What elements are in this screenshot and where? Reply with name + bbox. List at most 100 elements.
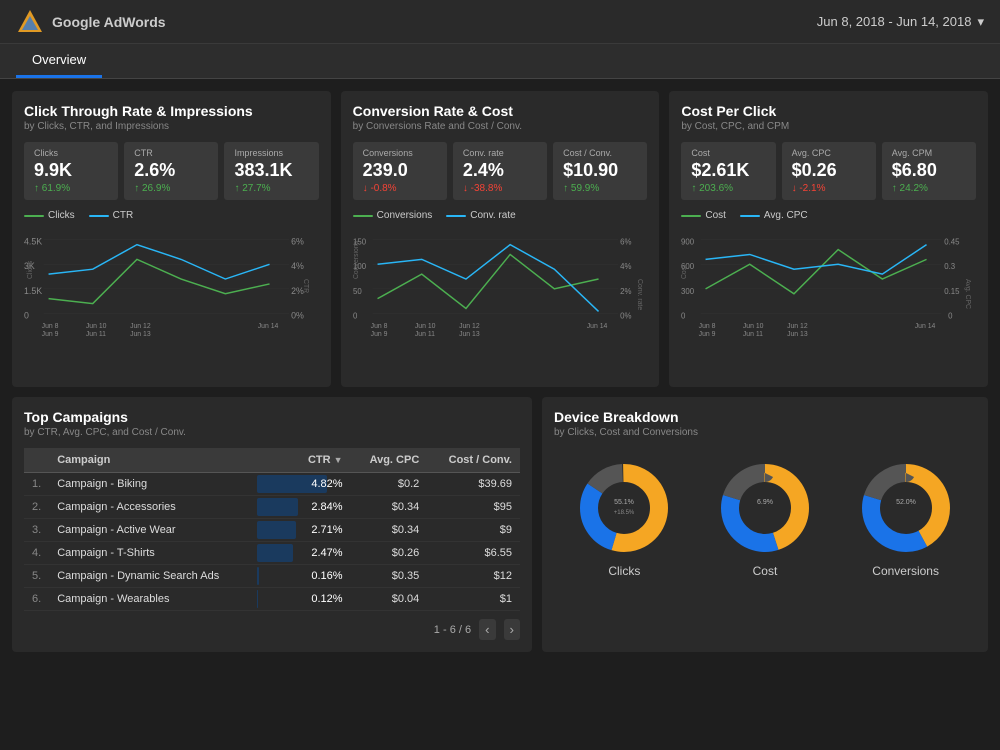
ctr-impressions-subtitle: by Clicks, CTR, and Impressions: [24, 121, 319, 132]
cost-per-click-title: Cost Per Click: [681, 103, 976, 119]
legend-ctr: CTR: [89, 210, 134, 221]
avg-cpm-label: Avg. CPM: [892, 148, 966, 158]
ctr-value: 2.6%: [134, 160, 208, 181]
campaigns-title: Top Campaigns: [24, 409, 520, 425]
legend-avg-cpc-label: Avg. CPC: [764, 210, 808, 221]
device-title: Device Breakdown: [554, 409, 976, 425]
pagination: 1 - 6 / 6 ‹ ›: [24, 619, 520, 640]
table-row: 3.Campaign - Active Wear2.71%$0.34$9: [24, 519, 520, 542]
svg-text:Jun 12: Jun 12: [459, 323, 480, 330]
svg-text:4%: 4%: [620, 262, 631, 271]
svg-text:Jun 13: Jun 13: [130, 331, 151, 338]
svg-text:Conversions: Conversions: [353, 240, 360, 279]
legend-clicks-label: Clicks: [48, 210, 75, 221]
conv-chart: 150 100 50 0 6% 4% 2% 0% Jun 8: [353, 225, 648, 375]
legend-ctr-label: CTR: [113, 210, 134, 221]
google-adwords-logo-icon: [16, 8, 44, 36]
legend-clicks: Clicks: [24, 210, 75, 221]
svg-text:0.3: 0.3: [945, 262, 957, 271]
row-ctr: 2.47%: [257, 542, 350, 565]
avg-cpc-value: $0.26: [792, 160, 866, 181]
svg-text:0.45: 0.45: [945, 238, 961, 247]
svg-text:Jun 8: Jun 8: [370, 323, 387, 330]
cost-change: ↑ 203.6%: [691, 183, 765, 194]
legend-cost: Cost: [681, 210, 726, 221]
row-campaign-name: Campaign - Dynamic Search Ads: [49, 565, 257, 588]
svg-text:+18.5%: +18.5%: [614, 510, 635, 516]
date-range-selector[interactable]: Jun 8, 2018 - Jun 14, 2018 ▾: [817, 14, 984, 30]
conversions-kpi: Conversions 239.0 ↓ -0.8%: [353, 142, 447, 200]
legend-conv-rate-label: Conv. rate: [470, 210, 515, 221]
conversions-label: Conversions: [363, 148, 437, 158]
svg-text:Clicks: Clicks: [27, 260, 34, 279]
cost-label: Cost: [691, 148, 765, 158]
avg-cpm-value: $6.80: [892, 160, 966, 181]
main-content: Click Through Rate & Impressions by Clic…: [0, 79, 1000, 664]
legend-conversions-label: Conversions: [377, 210, 433, 221]
ctr-legend: Clicks CTR: [24, 210, 319, 221]
pagination-prev-button[interactable]: ‹: [479, 619, 495, 640]
cpc-chart-svg: 900 600 300 0 0.45 0.3 0.15 0 Ju: [681, 225, 976, 353]
svg-text:Jun 11: Jun 11: [415, 331, 435, 338]
row-ctr: 0.16%: [257, 565, 350, 588]
conv-kpi-row: Conversions 239.0 ↓ -0.8% Conv. rate 2.4…: [353, 142, 648, 200]
svg-text:0: 0: [353, 311, 358, 320]
svg-text:Jun 8: Jun 8: [42, 323, 59, 330]
col-ctr[interactable]: CTR ▼: [257, 448, 350, 473]
svg-text:0%: 0%: [291, 310, 304, 320]
svg-text:Jun 9: Jun 9: [42, 331, 59, 338]
svg-text:1.5K: 1.5K: [24, 286, 42, 296]
clicks-kpi: Clicks 9.9K ↑ 61.9%: [24, 142, 118, 200]
svg-text:6%: 6%: [291, 237, 304, 247]
row-num: 5.: [24, 565, 49, 588]
cost-conv-value: $10.90: [563, 160, 637, 181]
svg-text:Jun 14: Jun 14: [915, 323, 936, 330]
svg-text:0: 0: [948, 311, 953, 320]
svg-text:Cost: Cost: [681, 265, 688, 279]
row-campaign-name: Campaign - Accessories: [49, 496, 257, 519]
pagination-text: 1 - 6 / 6: [434, 624, 471, 636]
col-avg-cpc: Avg. CPC: [351, 448, 428, 473]
legend-cost-label: Cost: [705, 210, 726, 221]
svg-text:52.0%: 52.0%: [896, 499, 916, 506]
campaigns-subtitle: by CTR, Avg. CPC, and Cost / Conv.: [24, 427, 520, 438]
legend-ctr-dot: [89, 215, 109, 217]
conversions-donut-label: Conversions: [872, 564, 939, 578]
avg-cpm-kpi: Avg. CPM $6.80 ↑ 24.2%: [882, 142, 976, 200]
date-range-chevron-icon: ▾: [977, 14, 984, 30]
avg-cpc-label: Avg. CPC: [792, 148, 866, 158]
row-avg-cpc: $0.35: [351, 565, 428, 588]
svg-text:0.15: 0.15: [945, 287, 961, 296]
col-campaign: Campaign: [49, 448, 257, 473]
legend-conv-rate: Conv. rate: [446, 210, 515, 221]
ctr-kpi-row: Clicks 9.9K ↑ 61.9% CTR 2.6% ↑ 26.9% Imp…: [24, 142, 319, 200]
svg-text:Jun 14: Jun 14: [258, 323, 279, 330]
date-range-text: Jun 8, 2018 - Jun 14, 2018: [817, 14, 972, 29]
avg-cpc-kpi: Avg. CPC $0.26 ↓ -2.1%: [782, 142, 876, 200]
cost-conv-kpi: Cost / Conv. $10.90 ↑ 59.9%: [553, 142, 647, 200]
table-row: 2.Campaign - Accessories2.84%$0.34$95: [24, 496, 520, 519]
impressions-label: Impressions: [234, 148, 308, 158]
conv-rate-change: ↓ -38.8%: [463, 183, 537, 194]
legend-cost-dot: [681, 215, 701, 217]
tab-overview[interactable]: Overview: [16, 44, 102, 78]
ctr-label: CTR: [134, 148, 208, 158]
row-campaign-name: Campaign - T-Shirts: [49, 542, 257, 565]
clicks-donut-label: Clicks: [608, 564, 640, 578]
svg-text:4.5K: 4.5K: [24, 237, 42, 247]
row-num: 2.: [24, 496, 49, 519]
row-num: 6.: [24, 588, 49, 611]
row-avg-cpc: $0.04: [351, 588, 428, 611]
logo: Google AdWords: [16, 8, 166, 36]
svg-text:Jun 11: Jun 11: [743, 331, 763, 338]
row-campaign-name: Campaign - Wearables: [49, 588, 257, 611]
campaigns-panel: Top Campaigns by CTR, Avg. CPC, and Cost…: [12, 397, 532, 652]
legend-conv-rate-dot: [446, 215, 466, 217]
ctr-chart: 4.5K 3K 1.5K 0 6% 4% 2% 0%: [24, 225, 319, 375]
row-cost-conv: $95: [427, 496, 520, 519]
svg-text:Jun 11: Jun 11: [86, 331, 106, 338]
pagination-next-button[interactable]: ›: [504, 619, 520, 640]
row-cost-conv: $39.69: [427, 473, 520, 496]
clicks-change: ↑ 61.9%: [34, 183, 108, 194]
svg-text:Jun 10: Jun 10: [743, 323, 764, 330]
